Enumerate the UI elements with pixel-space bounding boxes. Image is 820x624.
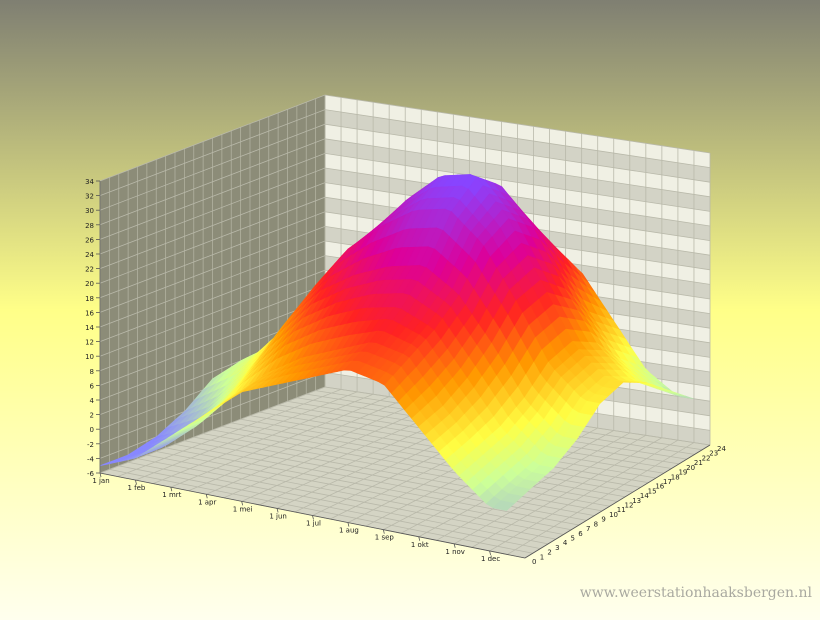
x-tick-label: 1 sep bbox=[375, 534, 395, 542]
z-tick-label: 0 bbox=[90, 426, 94, 434]
z-tick-label: 4 bbox=[90, 397, 95, 405]
z-tick-label: 34 bbox=[85, 178, 94, 186]
x-tick-label: 1 dec bbox=[481, 555, 500, 563]
z-tick-label: 10 bbox=[85, 353, 94, 361]
x-tick-label: 1 jan bbox=[92, 477, 109, 485]
y-tick-label: 5 bbox=[571, 534, 575, 542]
z-tick-label: 12 bbox=[85, 339, 94, 347]
z-tick-label: 24 bbox=[85, 251, 94, 259]
z-tick-label: 28 bbox=[85, 222, 94, 230]
y-tick-label: 1 bbox=[540, 553, 544, 561]
y-tick-label: 9 bbox=[601, 516, 605, 524]
x-tick-label: 1 nov bbox=[445, 548, 465, 556]
x-tick-label: 1 mrt bbox=[162, 491, 181, 499]
y-tick-label: 8 bbox=[594, 520, 598, 528]
watermark: www.weerstationhaaksbergen.nl bbox=[580, 585, 813, 601]
z-tick-label: 30 bbox=[85, 207, 94, 215]
x-tick-label: 1 feb bbox=[127, 484, 145, 492]
y-tick-label: 24 bbox=[717, 445, 726, 453]
x-tick-label: 1 jul bbox=[306, 520, 321, 528]
surface-chart: -6-4-20246810121416182022242628303234 1 … bbox=[0, 0, 820, 620]
z-tick-label: -4 bbox=[87, 455, 95, 463]
z-tick-label: 6 bbox=[90, 382, 95, 390]
z-tick-label: 18 bbox=[85, 295, 94, 303]
y-tick-label: 7 bbox=[586, 525, 590, 533]
z-tick-label: 2 bbox=[90, 412, 94, 420]
z-tick-label: 26 bbox=[85, 236, 94, 244]
z-tick-label: 16 bbox=[85, 309, 94, 317]
z-tick-label: 22 bbox=[85, 266, 94, 274]
y-tick-label: 2 bbox=[547, 549, 551, 557]
x-tick-label: 1 apr bbox=[198, 498, 216, 506]
x-tick-label: 1 aug bbox=[339, 527, 359, 535]
z-tick-label: -2 bbox=[87, 441, 94, 449]
y-tick-label: 3 bbox=[555, 544, 559, 552]
z-tick-label: 32 bbox=[85, 193, 94, 201]
z-tick-label: 20 bbox=[85, 280, 94, 288]
chart-container: -6 -4 -2 0 2 4 6 8 10 12 14 16 18 20 22 24 26 28 30 32 34 1 … bbox=[0, 0, 820, 620]
x-tick-label: 1 jun bbox=[269, 512, 287, 520]
x-tick-label: 1 mei bbox=[233, 505, 253, 513]
y-tick-label: 4 bbox=[563, 539, 568, 547]
z-tick-label: 8 bbox=[90, 368, 94, 376]
y-tick-label: 0 bbox=[532, 558, 536, 566]
y-tick-label: 6 bbox=[578, 530, 583, 538]
x-tick-label: 1 okt bbox=[411, 541, 429, 549]
z-tick-label: 14 bbox=[85, 324, 94, 332]
